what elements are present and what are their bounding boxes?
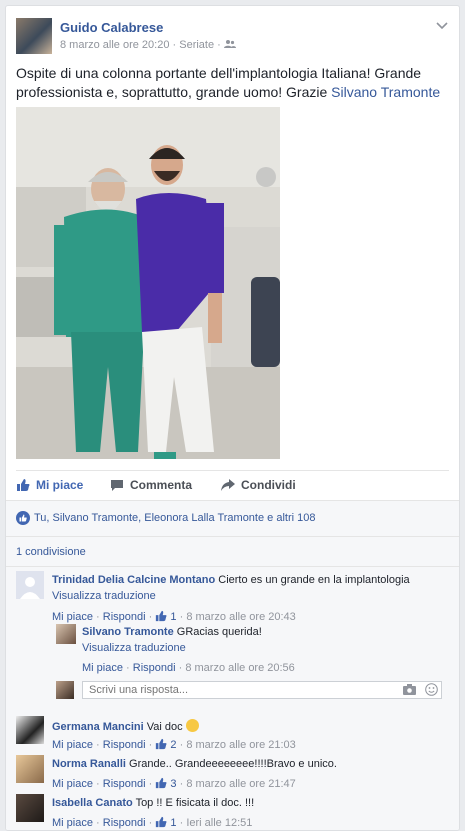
comment-text: Top !! E fisicata il doc. !!! [135,797,255,809]
camera-icon[interactable] [403,684,416,695]
emoji-icon[interactable] [425,683,438,696]
thumbs-up-icon [156,777,167,789]
comment-reply-link[interactable]: Rispondi [103,611,146,623]
author-name[interactable]: Guido Calabrese [60,20,163,35]
author-avatar[interactable] [16,18,52,54]
shares-bar: 1 condivisione [6,536,459,566]
comment-reply-link[interactable]: Rispondi [133,662,176,674]
commenter-avatar[interactable] [56,624,76,644]
commenter-avatar[interactable] [16,716,44,744]
comment-button[interactable]: Commenta [110,478,192,492]
commenter-avatar[interactable] [16,571,44,599]
comment-like-count[interactable]: 3 [170,778,176,790]
translate-link[interactable]: Visualizza traduzione [52,590,156,602]
comment: Norma Ranalli Grande.. Grandeeeeeeee!!!!… [16,755,446,791]
comment-time[interactable]: 8 marzo alle ore 21:47 [186,778,295,790]
like-reaction-icon [16,511,30,525]
comment-time[interactable]: 8 marzo alle ore 21:03 [186,739,295,751]
comment-meta: Mi piace · Rispondi · 2 · 8 marzo alle o… [52,738,296,751]
comment-meta: Mi piace · Rispondi · 8 marzo alle ore 2… [82,662,295,674]
chevron-down-icon[interactable] [435,18,449,32]
comment-text: Cierto es un grande en la implantologia [218,574,410,586]
translate-link[interactable]: Visualizza traduzione [82,642,186,654]
comment-like-link[interactable]: Mi piace [52,739,93,751]
comment-author[interactable]: Isabella Canato [52,797,133,809]
thumbs-up-icon [156,738,167,750]
thumbs-up-icon [156,610,167,622]
post-header: Guido Calabrese 8 marzo alle ore 20:20 ·… [16,16,449,56]
comment-time[interactable]: 8 marzo alle ore 20:43 [186,611,295,623]
reactions-summary[interactable]: Tu, Silvano Tramonte, Eleonora Lalla Tra… [34,512,315,524]
reactions-bar[interactable]: Tu, Silvano Tramonte, Eleonora Lalla Tra… [6,500,459,536]
comment-author[interactable]: Silvano Tramonte [82,626,174,638]
share-button[interactable]: Condividi [221,478,296,492]
comment-text: Grande.. Grandeeeeeeee!!!!Bravo e unico. [129,758,337,770]
comment-meta: Mi piace · Rispondi · 1 · 8 marzo alle o… [52,610,296,623]
comment: Isabella Canato Top !! E fisicata il doc… [16,794,446,830]
comment-author[interactable]: Norma Ranalli [52,758,126,770]
post-text: Ospite di una colonna portante dell'impl… [16,65,441,100]
shares-count[interactable]: 1 condivisione [16,546,86,558]
comment-like-link[interactable]: Mi piace [82,662,123,674]
comment-like-count[interactable]: 1 [170,611,176,623]
comment-reply-link[interactable]: Rispondi [103,778,146,790]
comment-reply-link[interactable]: Rispondi [103,739,146,751]
comment-like-link[interactable]: Mi piace [52,611,93,623]
comment-reply-link[interactable]: Rispondi [103,817,146,829]
comment-author[interactable]: Germana Mancini [52,721,144,733]
comment-like-count[interactable]: 2 [170,739,176,751]
thumbs-up-icon [17,479,30,491]
post-actions: Mi piace Commenta Condividi [16,470,449,500]
comment-icon [111,479,123,491]
tagged-user-link[interactable]: Silvano Tramonte [331,84,440,100]
comment: Trinidad Delia Calcine Montano Cierto es… [16,571,446,623]
post-meta: 8 marzo alle ore 20:20 · Seriate · [60,39,236,51]
comment-time[interactable]: 8 marzo alle ore 20:56 [185,662,294,674]
comment-text: GRacias querida! [176,626,262,638]
comment-reply: Silvano Tramonte GRacias querida! Visual… [56,624,446,674]
photo-image [16,107,280,459]
comment-like-link[interactable]: Mi piace [52,817,93,829]
my-avatar [56,681,74,699]
commenter-avatar[interactable] [16,755,44,783]
comment-meta: Mi piace · Rispondi · 3 · 8 marzo alle o… [52,777,296,790]
comment-author[interactable]: Trinidad Delia Calcine Montano [52,574,215,586]
commenter-avatar[interactable] [16,794,44,822]
post-card: Guido Calabrese 8 marzo alle ore 20:20 ·… [5,5,460,831]
post-timestamp[interactable]: 8 marzo alle ore 20:20 [60,39,169,51]
thumbs-up-icon [156,816,167,828]
post-location[interactable]: Seriate [179,39,214,51]
reply-composer [56,681,446,701]
post-photo[interactable] [16,107,280,459]
comment-time[interactable]: Ieri alle 12:51 [186,817,252,829]
comment-meta: Mi piace · Rispondi · 1 · Ieri alle 12:5… [52,816,253,829]
comment-text: Vai doc [146,721,183,733]
friends-icon[interactable] [223,39,236,49]
reply-input[interactable] [82,681,442,699]
comment-like-count[interactable]: 1 [170,817,176,829]
comment-like-link[interactable]: Mi piace [52,778,93,790]
like-button[interactable]: Mi piace [16,478,83,492]
comment: Germana Mancini Vai doc Mi piace · Rispo… [16,716,446,752]
wink-emoji-icon [185,719,199,732]
share-arrow-icon [221,479,235,491]
